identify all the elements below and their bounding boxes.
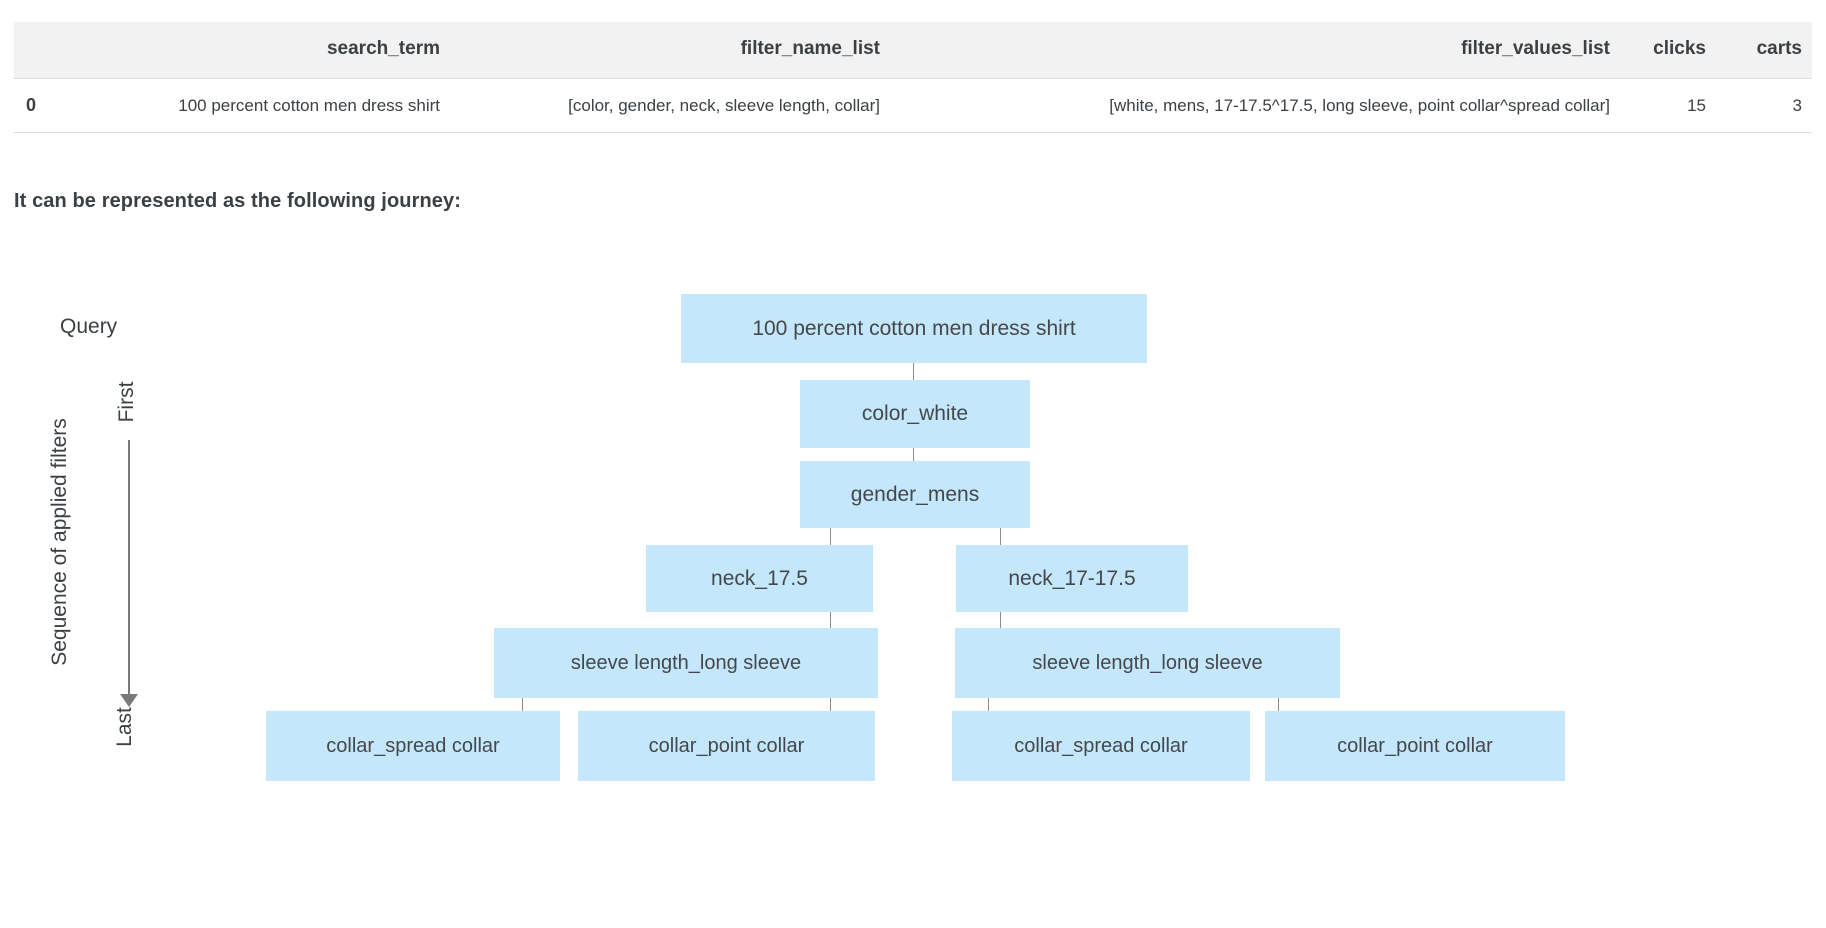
connector-sleeve-left-to-collar-2	[830, 698, 831, 711]
axis-label-first: First	[115, 381, 138, 423]
connector-gender-to-neck-left	[830, 528, 831, 546]
column-header-filter-values-list: filter_values_list	[890, 22, 1620, 79]
node-query-root[interactable]: 100 percent cotton men dress shirt	[681, 294, 1147, 363]
table-header-row: search_term filter_name_list filter_valu…	[14, 22, 1812, 79]
cell-clicks: 15	[1620, 78, 1716, 133]
node-filter-collar-point-left[interactable]: collar_point collar	[578, 711, 875, 781]
node-filter-sleeve-length-right[interactable]: sleeve length_long sleeve	[955, 628, 1340, 698]
cell-filter-values-list: [white, mens, 17-17.5^17.5, long sleeve,…	[890, 78, 1620, 133]
node-filter-neck-17-17-5[interactable]: neck_17-17.5	[956, 545, 1188, 612]
journey-diagram: Query Sequence of applied filters First …	[0, 0, 1826, 928]
journey-caption: It can be represented as the following j…	[14, 190, 462, 212]
column-header-carts: carts	[1716, 22, 1812, 79]
column-header-filter-name-list: filter_name_list	[450, 22, 890, 79]
node-filter-neck-17-5[interactable]: neck_17.5	[646, 545, 873, 612]
connector-sleeve-right-to-collar-4	[1278, 698, 1279, 711]
dataframe-table: search_term filter_name_list filter_valu…	[14, 22, 1812, 133]
table-row: 0 100 percent cotton men dress shirt [co…	[14, 78, 1812, 133]
cell-carts: 3	[1716, 78, 1812, 133]
cell-search-term: 100 percent cotton men dress shirt	[60, 78, 450, 133]
connector-sleeve-right-to-collar-3	[988, 698, 989, 711]
connector-color-to-gender	[913, 448, 914, 461]
node-filter-collar-spread-right[interactable]: collar_spread collar	[952, 711, 1250, 781]
sequence-axis-line	[128, 440, 130, 698]
node-filter-sleeve-length-left[interactable]: sleeve length_long sleeve	[494, 628, 878, 698]
cell-filter-name-list: [color, gender, neck, sleeve length, col…	[450, 78, 890, 133]
axis-label-last: Last	[113, 707, 136, 747]
sequence-axis-title: Sequence of applied filters	[48, 418, 71, 666]
column-header-index	[14, 22, 60, 79]
node-filter-collar-spread-left[interactable]: collar_spread collar	[266, 711, 560, 781]
cell-row-index: 0	[14, 78, 60, 133]
query-row-label: Query	[60, 315, 118, 338]
connector-root-to-color	[913, 362, 914, 381]
column-header-clicks: clicks	[1620, 22, 1716, 79]
node-filter-gender-mens[interactable]: gender_mens	[800, 461, 1030, 528]
connector-gender-to-neck-right	[1000, 528, 1001, 546]
node-filter-color-white[interactable]: color_white	[800, 380, 1030, 448]
connector-neck-left-to-sleeve-left	[830, 612, 831, 628]
connector-sleeve-left-to-collar-1	[522, 698, 523, 711]
connector-neck-right-to-sleeve-right	[1000, 612, 1001, 628]
dataframe-table-container: search_term filter_name_list filter_valu…	[14, 22, 1812, 133]
node-filter-collar-point-right[interactable]: collar_point collar	[1265, 711, 1565, 781]
column-header-search-term: search_term	[60, 22, 450, 79]
